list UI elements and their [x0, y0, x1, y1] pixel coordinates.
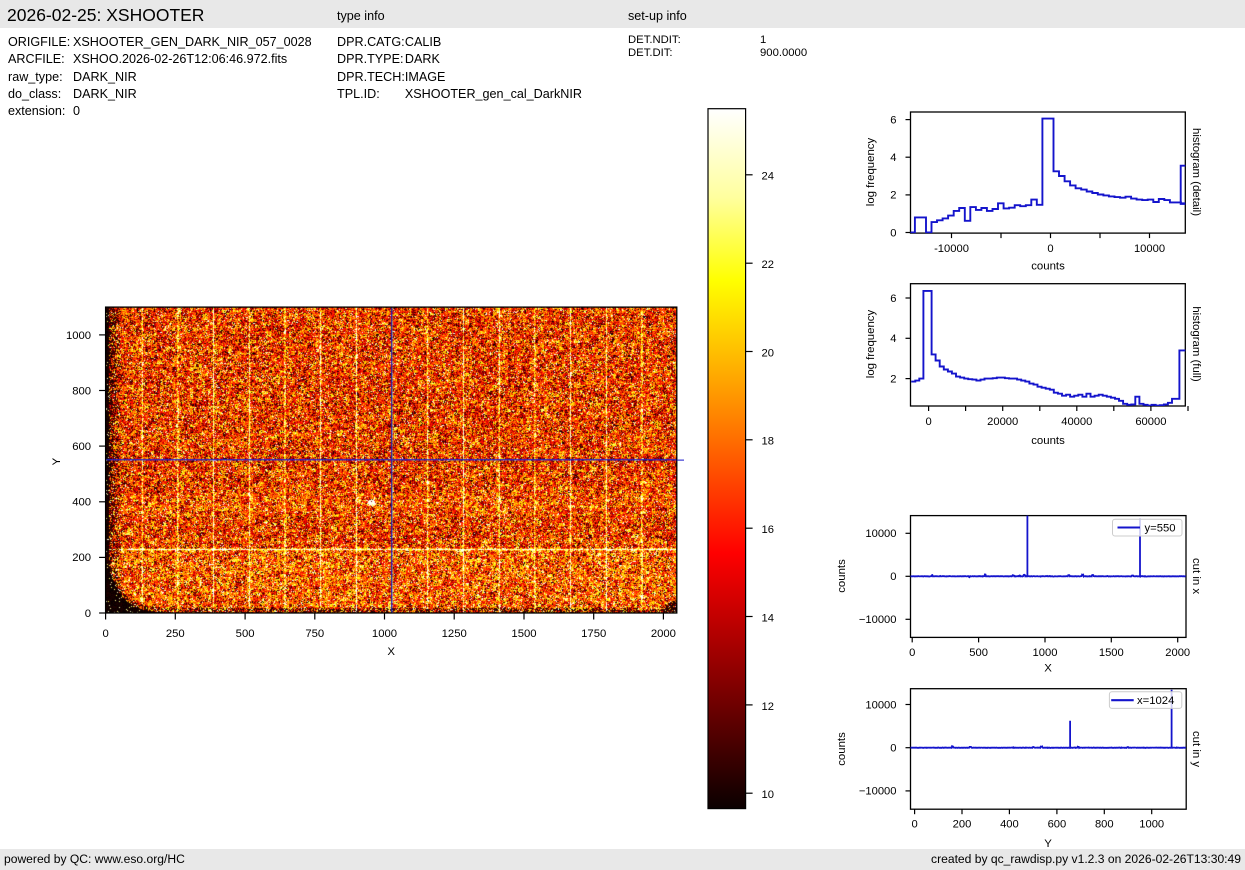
svg-text:800: 800 [72, 385, 91, 397]
svg-text:0: 0 [909, 647, 915, 659]
svg-text:600: 600 [1048, 819, 1067, 831]
svg-text:10000: 10000 [865, 699, 896, 711]
svg-text:0: 0 [925, 416, 931, 428]
svg-text:500: 500 [236, 628, 255, 640]
svg-text:−10000: −10000 [859, 786, 897, 798]
svg-text:14: 14 [762, 612, 774, 624]
svg-text:6: 6 [890, 114, 896, 126]
svg-text:y=550: y=550 [1145, 522, 1176, 534]
svg-text:10000: 10000 [1134, 243, 1165, 255]
svg-text:counts: counts [1031, 435, 1065, 447]
svg-text:20000: 20000 [987, 416, 1018, 428]
svg-text:−10000: −10000 [859, 614, 897, 626]
svg-text:0: 0 [911, 819, 917, 831]
svg-text:4: 4 [890, 152, 896, 164]
svg-text:2: 2 [890, 190, 896, 202]
svg-text:counts: counts [836, 559, 848, 593]
svg-text:0: 0 [890, 227, 896, 239]
svg-text:2: 2 [890, 373, 896, 385]
svg-text:cut in x: cut in x [1190, 558, 1202, 594]
svg-text:histogram (detail): histogram (detail) [1190, 128, 1202, 216]
svg-text:400: 400 [72, 497, 91, 509]
svg-text:16: 16 [762, 524, 774, 536]
svg-text:counts: counts [836, 732, 848, 766]
svg-text:750: 750 [305, 628, 324, 640]
svg-text:counts: counts [1031, 261, 1065, 273]
svg-text:X: X [1044, 663, 1052, 675]
svg-text:-10000: -10000 [934, 243, 969, 255]
svg-text:10: 10 [762, 789, 774, 801]
svg-text:6: 6 [890, 293, 896, 305]
svg-text:1500: 1500 [511, 628, 536, 640]
svg-text:40000: 40000 [1061, 416, 1092, 428]
svg-text:1500: 1500 [1099, 647, 1124, 659]
svg-text:1000: 1000 [372, 628, 397, 640]
svg-text:1750: 1750 [581, 628, 606, 640]
svg-text:1250: 1250 [442, 628, 467, 640]
svg-text:200: 200 [953, 819, 972, 831]
svg-text:0: 0 [85, 608, 91, 620]
svg-text:log frequency: log frequency [865, 138, 877, 207]
svg-text:4: 4 [890, 333, 896, 345]
svg-text:22: 22 [762, 259, 774, 271]
svg-text:histogram (full): histogram (full) [1190, 306, 1202, 382]
svg-text:1000: 1000 [1139, 819, 1164, 831]
svg-text:0: 0 [890, 571, 896, 583]
svg-text:20: 20 [762, 347, 774, 359]
svg-text:10000: 10000 [865, 528, 896, 540]
svg-text:Y: Y [51, 457, 63, 465]
svg-text:1000: 1000 [1033, 647, 1058, 659]
svg-text:0: 0 [102, 628, 108, 640]
svg-text:2000: 2000 [1165, 647, 1190, 659]
svg-text:cut in y: cut in y [1190, 731, 1202, 767]
svg-text:250: 250 [166, 628, 185, 640]
svg-text:60000: 60000 [1135, 416, 1166, 428]
svg-text:24: 24 [762, 171, 774, 183]
svg-text:log frequency: log frequency [865, 310, 877, 379]
svg-text:500: 500 [969, 647, 988, 659]
svg-text:400: 400 [1000, 819, 1019, 831]
svg-text:12: 12 [762, 701, 774, 713]
svg-text:0: 0 [890, 743, 896, 755]
svg-text:2000: 2000 [651, 628, 676, 640]
svg-text:x=1024: x=1024 [1137, 695, 1174, 707]
svg-text:800: 800 [1095, 819, 1114, 831]
svg-text:600: 600 [72, 441, 91, 453]
svg-text:18: 18 [762, 436, 774, 448]
svg-text:1000: 1000 [66, 330, 91, 342]
svg-text:200: 200 [72, 552, 91, 564]
svg-text:X: X [387, 646, 395, 658]
svg-text:0: 0 [1047, 243, 1053, 255]
